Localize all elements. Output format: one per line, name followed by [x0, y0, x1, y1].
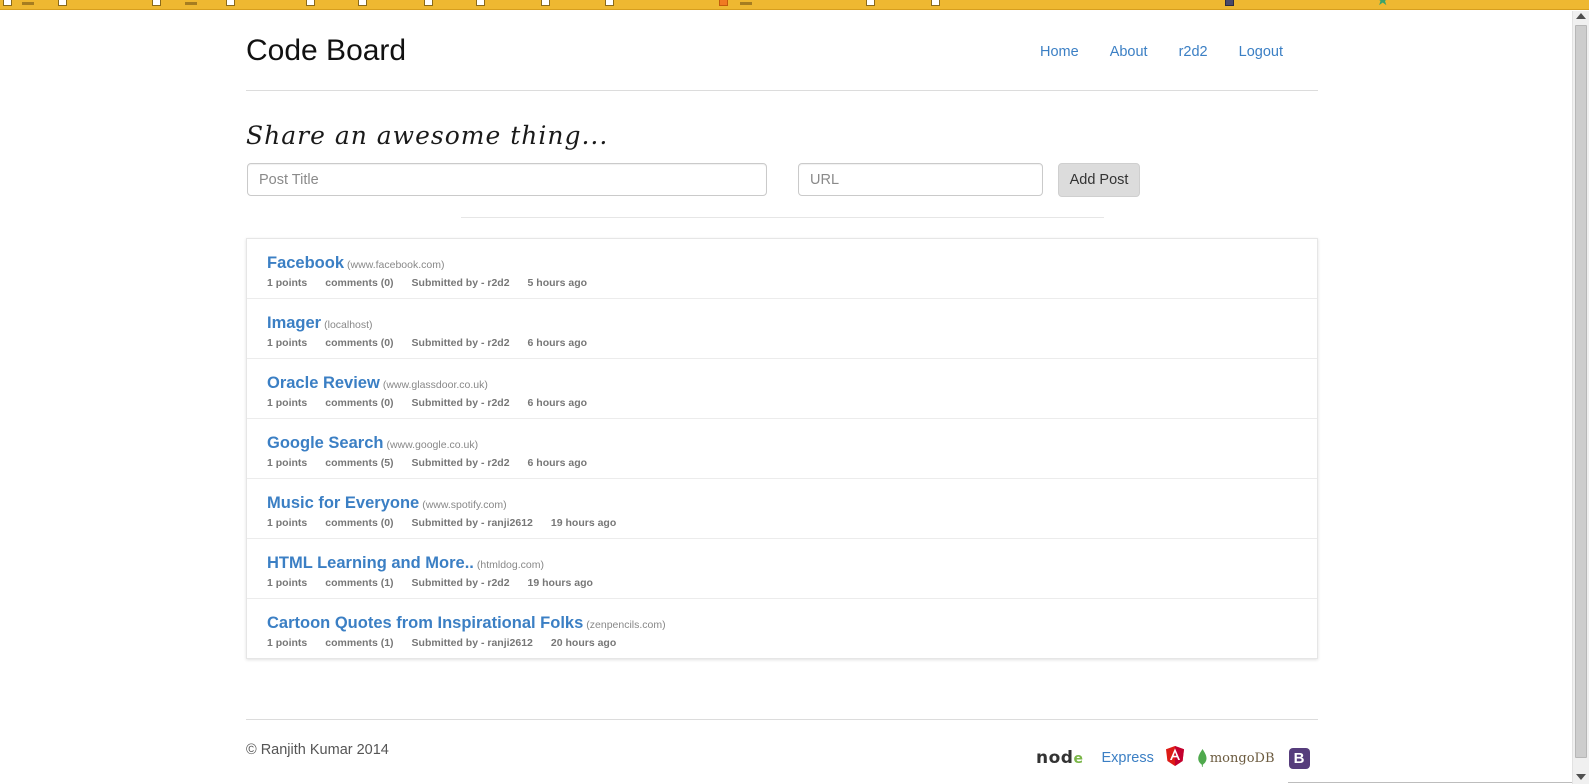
- post-time: 19 hours ago: [527, 577, 593, 589]
- post-domain: (htmldog.com): [476, 559, 544, 571]
- post-points: 1 points: [267, 337, 308, 349]
- post-time: 6 hours ago: [527, 397, 588, 409]
- bookmark-icon[interactable]: [58, 0, 67, 6]
- post-points: 1 points: [267, 577, 308, 589]
- post-url-input[interactable]: [798, 163, 1043, 196]
- header-divider: [246, 90, 1318, 91]
- share-heading: Share an awesome thing...: [246, 121, 609, 150]
- post-domain: (zenpencils.com): [586, 619, 666, 631]
- post-time: 19 hours ago: [550, 517, 617, 529]
- scrollbar-thumb[interactable]: [1575, 25, 1587, 758]
- post-title-link[interactable]: Music for Everyone: [267, 494, 419, 512]
- post-time: 6 hours ago: [527, 337, 588, 349]
- bookmark-icon[interactable]: [226, 0, 235, 6]
- bookmark-icon[interactable]: [152, 0, 161, 6]
- bookmark-icon[interactable]: [424, 0, 433, 6]
- post-title-link[interactable]: Oracle Review: [267, 374, 380, 392]
- post-points: 1 points: [267, 457, 308, 469]
- post-submitter: Submitted by - r2d2: [411, 397, 510, 409]
- post-submitter: Submitted by - r2d2: [411, 577, 510, 589]
- form-divider: [461, 217, 1104, 218]
- post-points: 1 points: [267, 517, 308, 529]
- post-submitter: Submitted by - r2d2: [411, 337, 510, 349]
- nav-about-link[interactable]: About: [1110, 42, 1148, 62]
- post-item: Music for Everyone (www.spotify.com) 1 po…: [247, 479, 1317, 539]
- post-comments-link[interactable]: comments (1): [325, 577, 393, 589]
- post-item: Google Search (www.google.co.uk) 1 points…: [247, 419, 1317, 479]
- posts-list: Facebook (www.facebook.com) 1 points comme…: [246, 238, 1318, 659]
- mongodb-label: mongoDB: [1209, 750, 1275, 766]
- express-link[interactable]: Express: [1101, 750, 1153, 766]
- bookmark-star-icon[interactable]: ★: [1376, 0, 1389, 8]
- footer-divider: [246, 719, 1318, 720]
- nav-home-link[interactable]: Home: [1040, 42, 1079, 62]
- post-title-link[interactable]: Google Search: [267, 434, 383, 452]
- post-item: Imager (localhost) 1 points comments (0) Su…: [247, 299, 1317, 359]
- post-domain: (www.google.co.uk): [386, 439, 479, 451]
- post-comments-link[interactable]: comments (1): [325, 637, 393, 649]
- site-brand[interactable]: Code Board: [246, 33, 406, 69]
- add-post-button[interactable]: Add Post: [1058, 163, 1140, 197]
- post-time: 20 hours ago: [550, 637, 617, 649]
- post-points: 1 points: [267, 397, 308, 409]
- post-title-link[interactable]: Imager: [267, 314, 321, 332]
- post-domain: (localhost): [324, 319, 373, 331]
- bookmark-label-stub: [740, 2, 752, 5]
- rss-bookmark-icon[interactable]: [719, 0, 728, 6]
- post-submitter: Submitted by - r2d2: [411, 277, 510, 289]
- post-comments-link[interactable]: comments (0): [325, 277, 393, 289]
- bookmark-label-stub: [185, 2, 197, 5]
- post-title-link[interactable]: Facebook: [267, 254, 344, 272]
- post-submitter: Submitted by - ranji2612: [411, 517, 533, 529]
- bookmark-icon[interactable]: [605, 0, 614, 6]
- node-logo-icon: node: [1036, 748, 1084, 768]
- post-comments-link[interactable]: comments (0): [325, 337, 393, 349]
- post-comments-link[interactable]: comments (0): [325, 397, 393, 409]
- bookmark-icon[interactable]: [1225, 0, 1234, 6]
- post-title-link[interactable]: Cartoon Quotes from Inspirational Folks: [267, 614, 583, 632]
- post-item: HTML Learning and More.. (htmldog.com) 1 …: [247, 539, 1317, 599]
- bookmark-icon[interactable]: [931, 0, 940, 6]
- post-points: 1 points: [267, 277, 308, 289]
- post-title-input[interactable]: [247, 163, 767, 196]
- mongodb-logo: mongoDB: [1198, 749, 1275, 767]
- scroll-up-arrow-icon[interactable]: [1576, 13, 1586, 19]
- copyright: © Ranjith Kumar 2014: [246, 742, 389, 758]
- post-points: 1 points: [267, 637, 308, 649]
- post-time: 6 hours ago: [527, 457, 588, 469]
- post-submitter: Submitted by - ranji2612: [411, 637, 533, 649]
- main-nav: Home About r2d2 Logout: [1040, 42, 1314, 62]
- tech-stack-logos: node Express mongoDB B: [1036, 744, 1310, 772]
- post-item: Oracle Review (www.glassdoor.co.uk) 1 poi…: [247, 359, 1317, 419]
- mongodb-leaf-icon: [1198, 749, 1207, 767]
- angular-icon: [1165, 745, 1184, 771]
- bookmark-icon[interactable]: [476, 0, 485, 6]
- post-comments-link[interactable]: comments (5): [325, 457, 393, 469]
- post-comments-link[interactable]: comments (0): [325, 517, 393, 529]
- post-domain: (www.glassdoor.co.uk): [382, 379, 488, 391]
- bootstrap-icon: B: [1288, 747, 1310, 769]
- bookmarks-bar: ★: [0, 0, 1589, 10]
- post-item: Cartoon Quotes from Inspirational Folks(…: [247, 599, 1317, 659]
- bookmark-icon[interactable]: [3, 0, 12, 6]
- post-time: 5 hours ago: [527, 277, 588, 289]
- nav-logout-link[interactable]: Logout: [1239, 42, 1283, 62]
- bookmark-icon[interactable]: [541, 0, 550, 6]
- bookmark-icon[interactable]: [306, 0, 315, 6]
- nav-user-link[interactable]: r2d2: [1179, 42, 1208, 62]
- post-title-link[interactable]: HTML Learning and More..: [267, 554, 474, 572]
- vertical-scrollbar[interactable]: [1572, 11, 1589, 784]
- bookmark-icon[interactable]: [866, 0, 875, 6]
- scroll-down-arrow-icon[interactable]: [1576, 774, 1586, 780]
- bookmark-label-stub: [22, 2, 34, 5]
- bookmark-icon[interactable]: [358, 0, 367, 6]
- post-item: Facebook (www.facebook.com) 1 points comme…: [247, 239, 1317, 299]
- post-submitter: Submitted by - r2d2: [411, 457, 510, 469]
- post-domain: (www.spotify.com): [422, 499, 507, 511]
- post-domain: (www.facebook.com): [347, 259, 445, 271]
